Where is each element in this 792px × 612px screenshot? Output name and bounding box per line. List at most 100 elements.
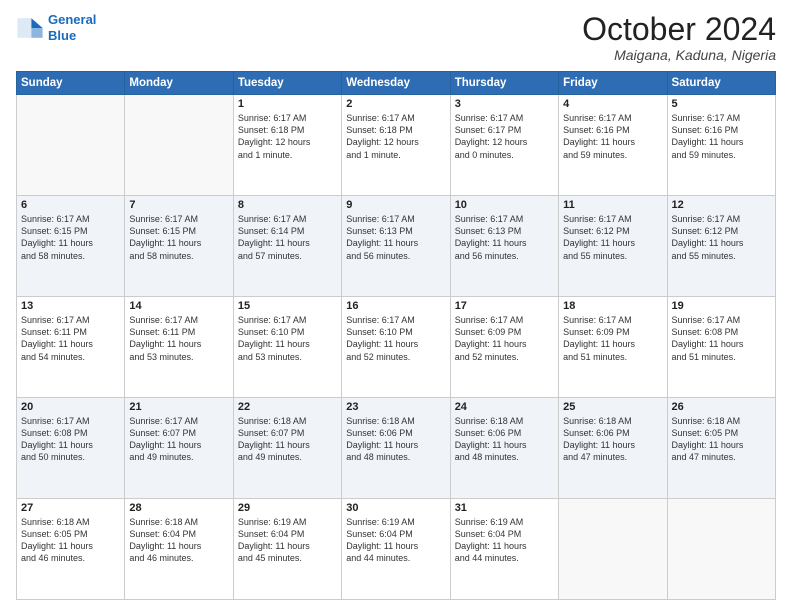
calendar-week-row: 1 Sunrise: 6:17 AM Sunset: 6:18 PM Daylig… [17, 95, 776, 196]
cell-content: Sunrise: 6:18 AM Sunset: 6:05 PM Dayligh… [21, 516, 120, 565]
day-number: 14 [129, 300, 228, 312]
table-row: 24Sunrise: 6:18 AM Sunset: 6:06 PM Dayli… [450, 398, 558, 499]
cell-content: Sunrise: 6:18 AM Sunset: 6:06 PM Dayligh… [563, 415, 662, 464]
day-number: 15 [238, 300, 337, 312]
cell-content: Sunrise: 6:17 AM Sunset: 6:18 PM Dayligh… [346, 112, 445, 161]
day-number: 5 [672, 98, 771, 110]
table-row: 29Sunrise: 6:19 AM Sunset: 6:04 PM Dayli… [233, 499, 341, 600]
logo-blue: Blue [48, 28, 76, 43]
logo: General Blue [16, 12, 96, 43]
table-row [17, 95, 125, 196]
day-number: 4 [563, 98, 662, 110]
table-row [667, 499, 775, 600]
day-number: 25 [563, 401, 662, 413]
table-row: 23Sunrise: 6:18 AM Sunset: 6:06 PM Dayli… [342, 398, 450, 499]
cell-content: Sunrise: 6:19 AM Sunset: 6:04 PM Dayligh… [238, 516, 337, 565]
table-row: 9 Sunrise: 6:17 AM Sunset: 6:13 PM Daylig… [342, 196, 450, 297]
day-number: 9 [346, 199, 445, 211]
table-row: 27Sunrise: 6:18 AM Sunset: 6:05 PM Dayli… [17, 499, 125, 600]
col-saturday: Saturday [667, 72, 775, 95]
day-number: 31 [455, 502, 554, 514]
table-row: 15Sunrise: 6:17 AM Sunset: 6:10 PM Dayli… [233, 297, 341, 398]
cell-content: Sunrise: 6:17 AM Sunset: 6:09 PM Dayligh… [563, 314, 662, 363]
day-number: 21 [129, 401, 228, 413]
table-row: 10Sunrise: 6:17 AM Sunset: 6:13 PM Dayli… [450, 196, 558, 297]
day-number: 10 [455, 199, 554, 211]
cell-content: Sunrise: 6:17 AM Sunset: 6:15 PM Dayligh… [129, 213, 228, 262]
cell-content: Sunrise: 6:17 AM Sunset: 6:12 PM Dayligh… [563, 213, 662, 262]
cell-content: Sunrise: 6:17 AM Sunset: 6:07 PM Dayligh… [129, 415, 228, 464]
calendar-week-row: 20 Sunrise: 6:17 AM Sunset: 6:08 PM Dayli… [17, 398, 776, 499]
table-row: 28 Sunrise: 6:18 AM Sunset: 6:04 PM Dayli… [125, 499, 233, 600]
cell-content: Sunrise: 6:18 AM Sunset: 6:05 PM Dayligh… [672, 415, 771, 464]
col-wednesday: Wednesday [342, 72, 450, 95]
table-row: 14 Sunrise: 6:17 AM Sunset: 6:11 PM Dayli… [125, 297, 233, 398]
table-row: 8Sunrise: 6:17 AM Sunset: 6:14 PM Daylig… [233, 196, 341, 297]
table-row: 13Sunrise: 6:17 AM Sunset: 6:11 PM Dayli… [17, 297, 125, 398]
cell-content: Sunrise: 6:17 AM Sunset: 6:08 PM Dayligh… [672, 314, 771, 363]
cell-content: Sunrise: 6:17 AM Sunset: 6:15 PM Dayligh… [21, 213, 120, 262]
table-row: 2 Sunrise: 6:17 AM Sunset: 6:18 PM Daylig… [342, 95, 450, 196]
calendar-table: Sunday Monday Tuesday Wednesday Thursday… [16, 71, 776, 600]
table-row: 19 Sunrise: 6:17 AM Sunset: 6:08 PM Dayli… [667, 297, 775, 398]
cell-content: Sunrise: 6:18 AM Sunset: 6:07 PM Dayligh… [238, 415, 337, 464]
day-number: 7 [129, 199, 228, 211]
cell-content: Sunrise: 6:17 AM Sunset: 6:11 PM Dayligh… [129, 314, 228, 363]
day-number: 19 [672, 300, 771, 312]
cell-content: Sunrise: 6:17 AM Sunset: 6:16 PM Dayligh… [563, 112, 662, 161]
cell-content: Sunrise: 6:17 AM Sunset: 6:17 PM Dayligh… [455, 112, 554, 161]
table-row: 21 Sunrise: 6:17 AM Sunset: 6:07 PM Dayli… [125, 398, 233, 499]
table-row: 5Sunrise: 6:17 AM Sunset: 6:16 PM Daylig… [667, 95, 775, 196]
day-number: 26 [672, 401, 771, 413]
day-number: 28 [129, 502, 228, 514]
col-tuesday: Tuesday [233, 72, 341, 95]
cell-content: Sunrise: 6:17 AM Sunset: 6:13 PM Dayligh… [346, 213, 445, 262]
table-row: 4 Sunrise: 6:17 AM Sunset: 6:16 PM Daylig… [559, 95, 667, 196]
table-row: 30 Sunrise: 6:19 AM Sunset: 6:04 PM Dayli… [342, 499, 450, 600]
month-title: October 2024 [582, 12, 776, 47]
header: General Blue October 2024 Maigana, Kadun… [16, 12, 776, 63]
page: General Blue October 2024 Maigana, Kadun… [0, 0, 792, 612]
table-row: 1 Sunrise: 6:17 AM Sunset: 6:18 PM Daylig… [233, 95, 341, 196]
cell-content: Sunrise: 6:17 AM Sunset: 6:11 PM Dayligh… [21, 314, 120, 363]
table-row: 7 Sunrise: 6:17 AM Sunset: 6:15 PM Daylig… [125, 196, 233, 297]
day-number: 12 [672, 199, 771, 211]
cell-content: Sunrise: 6:17 AM Sunset: 6:10 PM Dayligh… [346, 314, 445, 363]
cell-content: Sunrise: 6:19 AM Sunset: 6:04 PM Dayligh… [455, 516, 554, 565]
col-friday: Friday [559, 72, 667, 95]
calendar-week-row: 27Sunrise: 6:18 AM Sunset: 6:05 PM Dayli… [17, 499, 776, 600]
table-row: 18Sunrise: 6:17 AM Sunset: 6:09 PM Dayli… [559, 297, 667, 398]
table-row: 17Sunrise: 6:17 AM Sunset: 6:09 PM Dayli… [450, 297, 558, 398]
day-number: 16 [346, 300, 445, 312]
table-row: 3 Sunrise: 6:17 AM Sunset: 6:17 PM Daylig… [450, 95, 558, 196]
calendar-week-row: 13Sunrise: 6:17 AM Sunset: 6:11 PM Dayli… [17, 297, 776, 398]
logo-icon [16, 14, 44, 42]
day-number: 17 [455, 300, 554, 312]
cell-content: Sunrise: 6:17 AM Sunset: 6:08 PM Dayligh… [21, 415, 120, 464]
calendar-header-row: Sunday Monday Tuesday Wednesday Thursday… [17, 72, 776, 95]
day-number: 20 [21, 401, 120, 413]
table-row: 16 Sunrise: 6:17 AM Sunset: 6:10 PM Dayli… [342, 297, 450, 398]
day-number: 22 [238, 401, 337, 413]
title-area: October 2024 Maigana, Kaduna, Nigeria [582, 12, 776, 63]
table-row: 6 Sunrise: 6:17 AM Sunset: 6:15 PM Daylig… [17, 196, 125, 297]
cell-content: Sunrise: 6:18 AM Sunset: 6:04 PM Dayligh… [129, 516, 228, 565]
table-row: 12 Sunrise: 6:17 AM Sunset: 6:12 PM Dayli… [667, 196, 775, 297]
table-row: 25 Sunrise: 6:18 AM Sunset: 6:06 PM Dayli… [559, 398, 667, 499]
day-number: 30 [346, 502, 445, 514]
day-number: 1 [238, 98, 337, 110]
logo-text: General Blue [48, 12, 96, 43]
cell-content: Sunrise: 6:17 AM Sunset: 6:12 PM Dayligh… [672, 213, 771, 262]
cell-content: Sunrise: 6:17 AM Sunset: 6:18 PM Dayligh… [238, 112, 337, 161]
calendar-week-row: 6 Sunrise: 6:17 AM Sunset: 6:15 PM Daylig… [17, 196, 776, 297]
cell-content: Sunrise: 6:19 AM Sunset: 6:04 PM Dayligh… [346, 516, 445, 565]
location: Maigana, Kaduna, Nigeria [582, 47, 776, 63]
day-number: 2 [346, 98, 445, 110]
logo-general: General [48, 12, 96, 27]
day-number: 6 [21, 199, 120, 211]
table-row: 26 Sunrise: 6:18 AM Sunset: 6:05 PM Dayli… [667, 398, 775, 499]
col-monday: Monday [125, 72, 233, 95]
col-thursday: Thursday [450, 72, 558, 95]
day-number: 8 [238, 199, 337, 211]
day-number: 3 [455, 98, 554, 110]
